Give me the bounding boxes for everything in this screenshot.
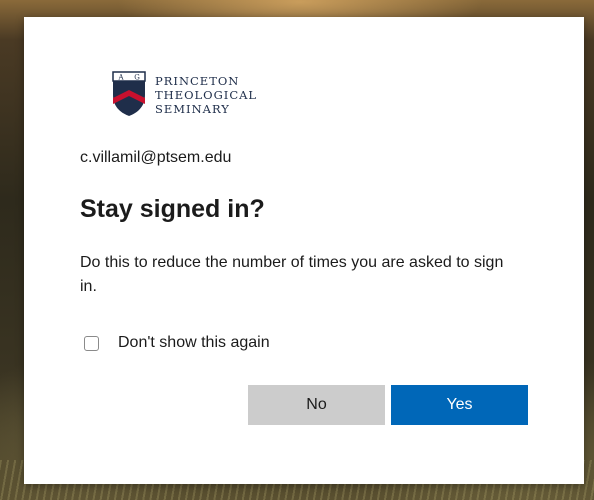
account-email: c.villamil@ptsem.edu — [80, 149, 232, 166]
crest-letter-g: G — [134, 74, 140, 82]
dialog-description: Do this to reduce the number of times yo… — [80, 254, 504, 295]
dont-show-again-label[interactable]: Don't show this again — [118, 334, 270, 352]
dont-show-again-option[interactable]: Don't show this again — [84, 332, 270, 354]
sign-in-dialog: A G PRINCETON THEOLOGICAL SEMINARY c.vil… — [24, 17, 584, 484]
organization-logo: A G PRINCETON THEOLOGICAL SEMINARY — [112, 71, 292, 121]
shield-crest-icon: A G — [112, 71, 146, 116]
no-button[interactable]: No — [248, 385, 385, 425]
dont-show-again-checkbox[interactable] — [84, 335, 99, 351]
crest-letter-a: A — [117, 74, 124, 82]
wordmark-line-2: THEOLOGICAL — [155, 88, 258, 102]
organization-wordmark: PRINCETON THEOLOGICAL SEMINARY — [155, 74, 257, 116]
dialog-title: Stay signed in? — [80, 195, 265, 223]
yes-button[interactable]: Yes — [391, 385, 528, 425]
wordmark-line-3: SEMINARY — [155, 102, 230, 116]
wordmark-line-1: PRINCETON — [155, 74, 240, 88]
